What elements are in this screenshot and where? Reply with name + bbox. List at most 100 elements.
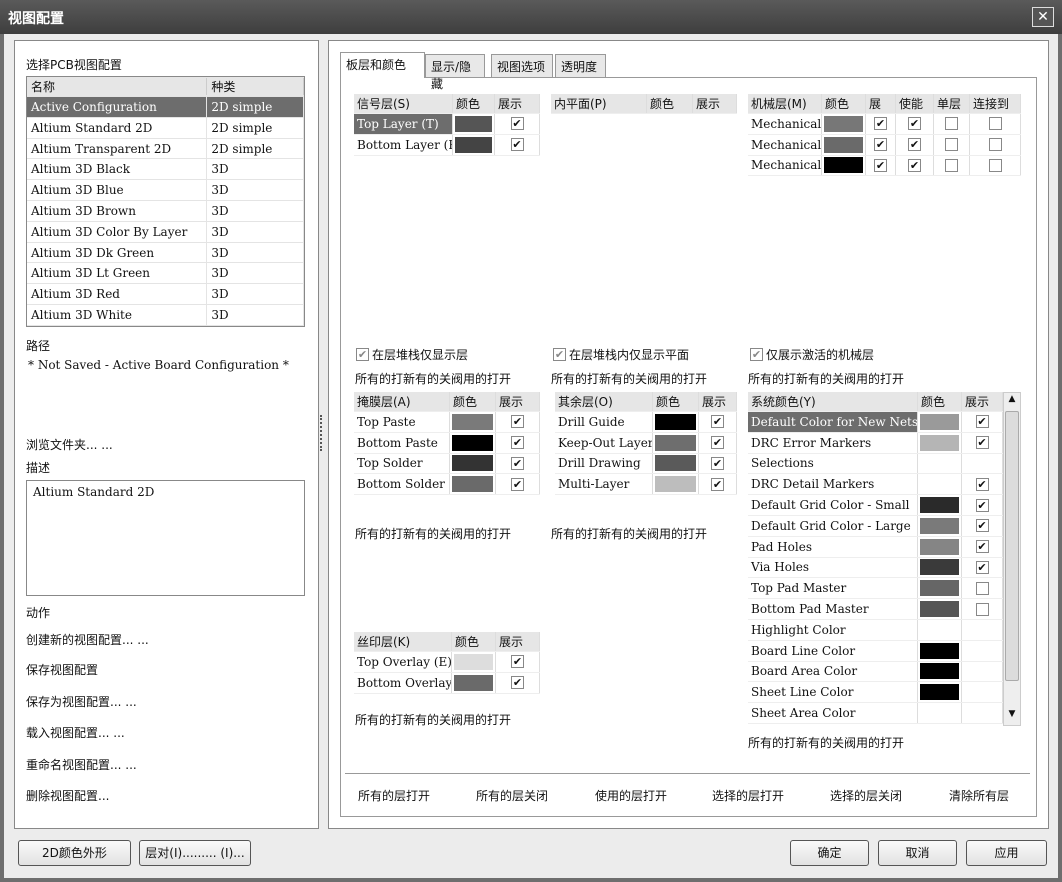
color-cell[interactable] <box>918 578 962 599</box>
layer-row[interactable]: Highlight Color <box>748 619 1003 641</box>
only-show-checkbox[interactable]: ✔ 在层堆栈仅显示层 <box>356 346 468 363</box>
show-checkbox[interactable]: ✔ <box>510 117 524 131</box>
column-header[interactable]: 信号层(S) <box>354 94 453 113</box>
color-swatch[interactable] <box>655 476 696 493</box>
toggle-hint-links[interactable]: 所有的打新有的关阀用的打开 <box>355 711 511 728</box>
color-cell[interactable] <box>452 652 496 672</box>
color-swatch[interactable] <box>920 684 959 701</box>
config-row[interactable]: Altium 3D Lt Green 3D <box>27 263 304 285</box>
show-checkbox[interactable]: ✔ <box>511 436 524 450</box>
layer-bulk-button[interactable]: 所有的层打开 <box>358 787 430 804</box>
color-swatch[interactable] <box>920 413 959 430</box>
scroll-down-icon[interactable]: ▼ <box>1005 709 1019 724</box>
toggle-hint-links[interactable]: 所有的打新有的关阀用的打开 <box>748 734 904 751</box>
ok-button[interactable]: 确定 <box>790 840 869 866</box>
color-swatch[interactable] <box>920 497 959 514</box>
color-cell[interactable] <box>453 114 495 134</box>
column-header[interactable]: 展示 <box>699 392 737 411</box>
layer-bulk-button[interactable]: 选择的层关闭 <box>830 787 902 804</box>
config-row[interactable]: Altium 3D Color By Layer 3D <box>27 221 304 243</box>
layer-row[interactable]: Default Grid Color - Large ✔ <box>748 515 1003 537</box>
layer-row[interactable]: Keep-Out Layer ✔ <box>555 432 737 454</box>
show-checkbox[interactable]: ✔ <box>975 415 989 429</box>
color-cell[interactable] <box>918 515 962 536</box>
scroll-up-icon[interactable]: ▲ <box>1005 394 1019 409</box>
splitter-handle[interactable] <box>320 415 323 451</box>
show-checkbox[interactable] <box>988 117 1002 131</box>
config-row[interactable]: Altium Standard 2D 2D simple <box>27 117 304 139</box>
layer-row[interactable]: Drill Drawing ✔ <box>555 453 737 475</box>
color-cell[interactable] <box>918 661 962 682</box>
layer-row[interactable]: Bottom Overlay (I ✔ <box>354 672 540 694</box>
color-cell[interactable] <box>450 453 496 474</box>
layer-bulk-button[interactable]: 所有的层关闭 <box>476 787 548 804</box>
color-swatch[interactable] <box>452 476 493 493</box>
show-checkbox[interactable] <box>945 158 958 172</box>
color-cell[interactable] <box>450 432 496 453</box>
tab-1[interactable]: 显示/隐藏 <box>425 54 485 91</box>
layer-row[interactable]: Top Solder ✔ <box>354 453 540 475</box>
column-header[interactable]: 机械层(M) <box>748 94 822 113</box>
layer-row[interactable]: Top Layer (T) ✔ <box>354 114 540 135</box>
apply-button[interactable]: 应用 <box>966 840 1047 866</box>
action-link[interactable]: 删除视图配置... <box>26 787 109 804</box>
checkbox-icon[interactable]: ✔ <box>356 348 369 361</box>
column-header[interactable]: 连接到 <box>970 94 1021 113</box>
column-header[interactable]: 颜色 <box>450 392 496 411</box>
color-swatch[interactable] <box>824 115 863 132</box>
tab-3[interactable]: 透明度 <box>555 54 606 77</box>
tab-2[interactable]: 视图选项 <box>491 54 553 77</box>
action-link[interactable]: 重命名视图配置... ... <box>26 756 137 773</box>
layer-row[interactable]: Top Pad Master <box>748 578 1003 600</box>
toggle-hint-links[interactable]: 所有的打新有的关阀用的打开 <box>551 525 707 542</box>
show-checkbox[interactable]: ✔ <box>874 158 887 172</box>
column-header[interactable]: 展示 <box>962 392 1003 411</box>
color-swatch[interactable] <box>455 136 492 153</box>
layer-row[interactable]: DRC Error Markers ✔ <box>748 432 1003 454</box>
column-header[interactable]: 使能 <box>896 94 934 113</box>
checkbox-icon[interactable]: ✔ <box>750 348 763 361</box>
show-checkbox[interactable]: ✔ <box>711 436 724 450</box>
layer-row[interactable]: Default Color for New Nets ✔ <box>748 412 1003 433</box>
column-header[interactable]: 掩膜层(A) <box>354 392 450 411</box>
color-swatch[interactable] <box>655 455 696 472</box>
column-header[interactable]: 颜色 <box>918 392 962 411</box>
column-header[interactable]: 展示 <box>496 392 540 411</box>
show-checkbox[interactable] <box>945 138 958 152</box>
layer-row[interactable]: Multi-Layer ✔ <box>555 474 737 496</box>
column-header[interactable]: 颜色 <box>647 94 693 113</box>
toggle-hint-links[interactable]: 所有的打新有的关阀用的打开 <box>551 370 707 387</box>
config-row[interactable]: Altium 3D Red 3D <box>27 284 304 305</box>
color-cell[interactable] <box>822 134 866 155</box>
color-swatch[interactable] <box>920 538 959 555</box>
layer-row[interactable]: Board Area Color <box>748 661 1003 683</box>
color-cell[interactable] <box>653 432 699 453</box>
show-checkbox[interactable]: ✔ <box>511 415 524 429</box>
color-swatch[interactable] <box>920 642 959 659</box>
config-row[interactable]: Altium 3D Black 3D <box>27 159 304 181</box>
color-cell[interactable] <box>453 134 495 155</box>
layer-row[interactable]: Default Grid Color - Small ✔ <box>748 495 1003 516</box>
show-checkbox[interactable]: ✔ <box>711 477 724 491</box>
show-checkbox[interactable] <box>988 158 1002 172</box>
column-header[interactable]: 种类 <box>207 78 304 95</box>
show-checkbox[interactable]: ✔ <box>975 477 989 491</box>
color-cell[interactable] <box>918 453 962 474</box>
show-checkbox[interactable] <box>988 138 1002 152</box>
show-checkbox[interactable] <box>945 117 958 131</box>
color-cell[interactable] <box>918 599 962 619</box>
close-icon[interactable]: ✕ <box>1032 7 1054 27</box>
2d-color-button[interactable]: 2D颜色外形 <box>18 840 131 866</box>
show-checkbox[interactable]: ✔ <box>511 456 524 470</box>
color-swatch[interactable] <box>824 157 863 174</box>
layer-row[interactable]: Bottom Solder ✔ <box>354 474 540 496</box>
color-cell[interactable] <box>918 682 962 703</box>
show-checkbox[interactable]: ✔ <box>511 477 524 491</box>
column-header[interactable]: 展示 <box>495 94 540 113</box>
show-checkbox[interactable]: ✔ <box>975 519 989 533</box>
color-swatch[interactable] <box>920 580 959 597</box>
color-swatch[interactable] <box>452 455 493 472</box>
config-row[interactable]: Altium 3D White 3D <box>27 304 304 326</box>
only-show-checkbox[interactable]: ✔ 在层堆栈内仅显示平面 <box>553 346 689 363</box>
layer-bulk-button[interactable]: 使用的层打开 <box>595 787 667 804</box>
